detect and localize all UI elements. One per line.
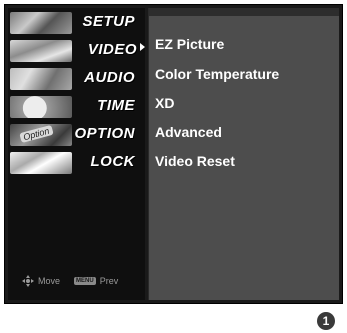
- tv-osd-menu: SETUP VIDEO AUDIO TIME Option OPTION LOC…: [4, 4, 343, 304]
- move-hint-label: Move: [38, 276, 61, 286]
- navigation-hint: Move MENU Prev: [22, 273, 118, 289]
- submenu-item-advanced[interactable]: Advanced: [155, 124, 222, 140]
- option-tag: Option: [19, 124, 54, 144]
- menu-item-audio[interactable]: AUDIO: [8, 66, 145, 92]
- lock-photo-icon: [10, 152, 72, 174]
- submenu-item-video-reset[interactable]: Video Reset: [155, 153, 235, 169]
- menu-item-label: TIME: [97, 97, 135, 114]
- video-submenu: EZ Picture Color Temperature XD Advanced…: [148, 8, 339, 300]
- menu-item-setup[interactable]: SETUP: [8, 10, 145, 36]
- menu-item-label: LOCK: [90, 153, 135, 170]
- chevron-right-icon: [140, 43, 145, 51]
- menu-item-video[interactable]: VIDEO: [8, 38, 145, 64]
- menu-key-icon: MENU: [74, 277, 96, 285]
- menu-item-label: VIDEO: [87, 41, 137, 58]
- video-photo-icon: [10, 40, 72, 62]
- move-arrows-icon: [22, 275, 34, 287]
- submenu-item-xd[interactable]: XD: [155, 95, 174, 111]
- menu-item-label: OPTION: [74, 125, 135, 142]
- menu-item-time[interactable]: TIME: [8, 94, 145, 120]
- menu-item-label: AUDIO: [84, 69, 135, 86]
- setup-photo-icon: [10, 12, 72, 34]
- submenu-item-ez-picture[interactable]: EZ Picture: [155, 36, 224, 52]
- option-photo-icon: Option: [10, 124, 72, 146]
- audio-photo-icon: [10, 68, 72, 90]
- step-number-badge: 1: [317, 312, 335, 330]
- submenu-item-color-temperature[interactable]: Color Temperature: [155, 66, 279, 82]
- menu-item-option[interactable]: Option OPTION: [8, 122, 145, 148]
- time-photo-icon: [10, 96, 72, 118]
- menu-item-label: SETUP: [82, 13, 135, 30]
- main-menu: SETUP VIDEO AUDIO TIME Option OPTION LOC…: [8, 8, 145, 300]
- menu-item-lock[interactable]: LOCK: [8, 150, 145, 176]
- screen: SETUP VIDEO AUDIO TIME Option OPTION LOC…: [0, 0, 347, 333]
- submenu-header-bar: [149, 8, 339, 16]
- prev-hint-label: Prev: [99, 276, 119, 286]
